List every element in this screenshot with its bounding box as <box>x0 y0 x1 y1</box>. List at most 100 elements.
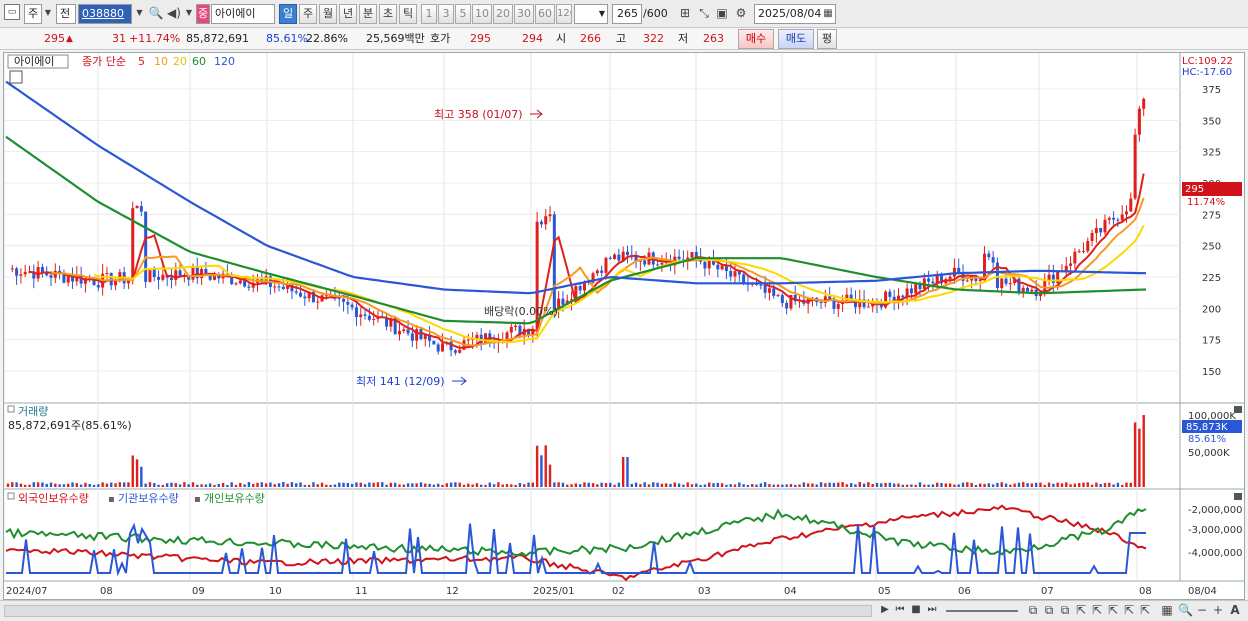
draw-line-icon[interactable]: ⤡ <box>696 4 712 24</box>
magnifier-icon[interactable]: 🔍 <box>1178 601 1193 621</box>
zoom-slider[interactable] <box>946 610 1018 612</box>
volume-bar <box>256 482 259 487</box>
candle-body <box>1051 274 1055 283</box>
sell-button[interactable]: 매도 <box>778 29 814 49</box>
interval-10-button[interactable]: 10 <box>472 4 492 24</box>
stock-name-field[interactable]: 아이에이 <box>211 4 275 24</box>
range-select[interactable]: 전 <box>56 4 76 24</box>
candle-body <box>720 265 724 270</box>
volume-bar <box>815 484 818 487</box>
candle-body <box>294 291 298 293</box>
scroll-first-icon[interactable]: ⏮ <box>893 601 907 621</box>
candle-body <box>776 295 780 297</box>
x-axis-label: 04 <box>784 586 797 597</box>
stop-icon[interactable]: ■ <box>909 601 923 621</box>
x-axis-label: 06 <box>958 586 971 597</box>
grid-toggle-icon[interactable]: ▦ <box>1160 601 1174 621</box>
volume-bar <box>828 482 831 487</box>
candle-body <box>36 267 40 279</box>
interval-1-button[interactable]: 1 <box>421 4 437 24</box>
candle-body <box>578 286 582 291</box>
ma-10-label: 10 <box>154 55 168 68</box>
buy-button[interactable]: 매수 <box>738 29 774 49</box>
close-panel-icon[interactable] <box>1234 493 1242 500</box>
volume-bar <box>901 484 904 487</box>
speaker-icon[interactable]: ◀) <box>166 4 182 24</box>
candle-body <box>436 344 440 352</box>
period-second-button[interactable]: 초 <box>379 4 397 24</box>
period-minute-button[interactable]: 분 <box>359 4 377 24</box>
grid-icon[interactable] <box>9 70 23 84</box>
candle-body <box>625 251 629 255</box>
interval-30-button[interactable]: 30 <box>514 4 534 24</box>
volume-bar <box>1039 482 1042 487</box>
candlestick-series <box>10 97 1146 357</box>
volume-bar <box>204 484 208 487</box>
candle-body <box>238 280 242 284</box>
save-icon[interactable]: ▣ <box>714 4 730 24</box>
zoom-out-icon[interactable]: − <box>1196 601 1208 621</box>
market-type-select[interactable]: 주 <box>24 4 42 24</box>
scroll-last-icon[interactable]: ⏭ <box>925 601 939 621</box>
panel-menu-icon[interactable] <box>7 405 15 413</box>
chart-style-icon[interactable]: ⇱ <box>1106 601 1120 621</box>
interval-60-button[interactable]: 60 <box>535 4 555 24</box>
interval-3-button[interactable]: 3 <box>438 4 454 24</box>
horizontal-scrollbar[interactable] <box>4 605 872 617</box>
ma-line <box>29 173 1145 349</box>
chart-style-icon[interactable]: ⇱ <box>1074 601 1088 621</box>
volume-bar <box>849 483 853 487</box>
volume-bar <box>695 483 698 487</box>
stock-code-input[interactable]: 038880 <box>78 4 132 24</box>
search-icon[interactable]: 🔍 <box>148 4 164 24</box>
period-year-button[interactable]: 년 <box>339 4 357 24</box>
volume-bar <box>385 484 388 487</box>
custom-interval-select[interactable]: ▼ <box>574 4 608 24</box>
chart-style-icon[interactable]: ⇱ <box>1138 601 1152 621</box>
panel-menu-icon[interactable] <box>7 492 15 500</box>
volume-bar <box>578 484 582 487</box>
volume-bar <box>213 484 216 487</box>
layout-icon[interactable]: ⧉ <box>1026 601 1040 621</box>
chevron-down-icon[interactable]: ▼ <box>133 4 146 24</box>
volume-bar <box>114 483 117 487</box>
chevron-down-icon[interactable]: ▼ <box>42 4 54 24</box>
volume-bar <box>936 482 939 487</box>
interval-20-button[interactable]: 20 <box>493 4 513 24</box>
candle-body <box>1107 217 1111 220</box>
evaluate-button[interactable]: 평 <box>817 29 837 49</box>
interval-120-button[interactable]: 120 <box>556 4 572 24</box>
holdings-tick-4m: -4,000,000 <box>1188 548 1243 559</box>
layout-icon[interactable]: ⧉ <box>1042 601 1056 621</box>
hc-label: HC:-17.60 <box>1182 67 1232 78</box>
volume-bar <box>389 482 393 487</box>
dividend-annotation: 배당락(0.00%) <box>484 305 558 318</box>
font-size-icon[interactable]: A <box>1228 601 1242 621</box>
window-icon[interactable]: ▭ <box>4 4 20 20</box>
candle-body <box>96 285 100 288</box>
x-axis-label: 08 <box>1139 586 1152 597</box>
gear-icon[interactable]: ⚙ <box>732 4 750 24</box>
volume-bar <box>669 483 672 487</box>
close-panel-icon[interactable] <box>1234 406 1242 413</box>
volume-bar <box>329 484 332 487</box>
chevron-down-icon[interactable]: ▼ <box>184 4 194 24</box>
volume-bar <box>923 484 926 487</box>
interval-5-button[interactable]: 5 <box>455 4 471 24</box>
layout-icon[interactable]: ⧉ <box>1058 601 1072 621</box>
chart-area[interactable]: 2024/07 08 09 10 11 12 2025/01 02 03 04 05 06 07 08 3… <box>3 52 1245 600</box>
candle-body <box>105 272 109 274</box>
chart-style-icon[interactable]: ⇱ <box>1122 601 1136 621</box>
candle-body <box>617 254 621 261</box>
calendar-icon[interactable]: ▦ <box>822 5 834 25</box>
zoom-in-icon[interactable]: + <box>1212 601 1224 621</box>
count-input[interactable]: 265 <box>612 4 642 24</box>
period-tick-button[interactable]: 틱 <box>399 4 417 24</box>
scroll-right-icon[interactable]: ▶ <box>878 601 892 621</box>
crosshair-icon[interactable]: ⊞ <box>676 4 694 24</box>
chart-style-icon[interactable]: ⇱ <box>1090 601 1104 621</box>
period-day-button[interactable]: 일 <box>279 4 297 24</box>
candle-body <box>402 329 406 331</box>
period-month-button[interactable]: 월 <box>319 4 337 24</box>
period-week-button[interactable]: 주 <box>299 4 317 24</box>
